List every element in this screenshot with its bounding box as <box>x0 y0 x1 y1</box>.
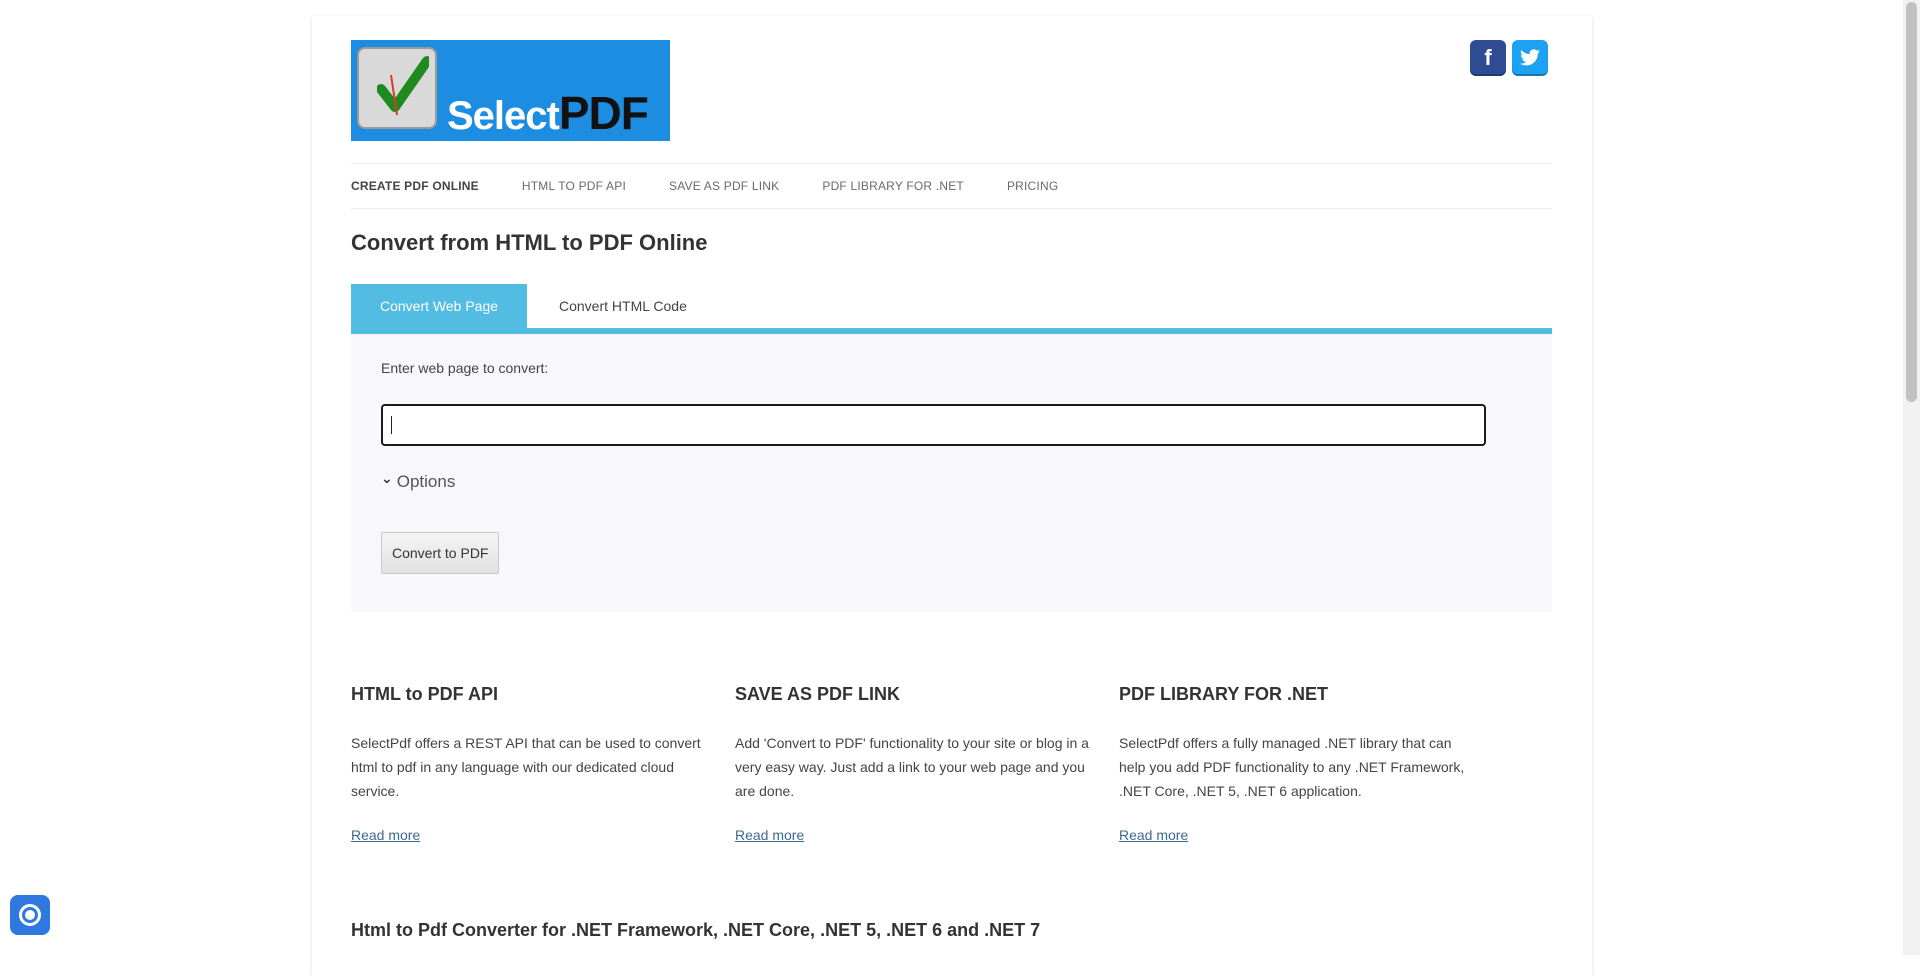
logo-select-text: Select <box>447 94 560 138</box>
accessibility-widget-icon[interactable] <box>10 895 50 935</box>
scrollbar-thumb[interactable] <box>1906 2 1917 402</box>
read-more-link[interactable]: Read more <box>351 827 711 843</box>
section-heading: Html to Pdf Converter for .NET Framework… <box>351 920 1041 940</box>
feature-save-as-pdf-link: SAVE AS PDF LINK Add 'Convert to PDF' fu… <box>735 684 1095 843</box>
dot-icon <box>25 910 35 920</box>
feature-title: HTML to PDF API <box>351 684 498 704</box>
page-title: Convert from HTML to PDF Online <box>351 230 708 255</box>
nav-create-pdf-online[interactable]: CREATE PDF ONLINE <box>351 179 479 193</box>
nav-pricing[interactable]: PRICING <box>1007 179 1058 193</box>
convert-panel: Enter web page to convert: ⌄ Options Con… <box>351 334 1552 612</box>
feature-text: Add 'Convert to PDF' functionality to yo… <box>735 735 1089 799</box>
chevron-down-icon: ⌄ <box>381 469 393 486</box>
feature-text: SelectPdf offers a fully managed .NET li… <box>1119 735 1465 799</box>
logo-wordmark: SelectPDF <box>447 86 649 140</box>
ring-icon <box>19 904 41 926</box>
feature-text: SelectPdf offers a REST API that can be … <box>351 735 701 799</box>
nav-save-as-pdf-link[interactable]: SAVE AS PDF LINK <box>669 179 779 193</box>
logo-badge-icon <box>357 47 437 129</box>
read-more-link[interactable]: Read more <box>735 827 1095 843</box>
text-caret <box>391 416 392 434</box>
url-input[interactable] <box>381 404 1486 446</box>
checkmark-icon <box>377 56 429 116</box>
feature-pdf-library-net: PDF LIBRARY FOR .NET SelectPdf offers a … <box>1119 684 1479 843</box>
feature-title: PDF LIBRARY FOR .NET <box>1119 684 1329 704</box>
tab-convert-web-page[interactable]: Convert Web Page <box>351 284 528 328</box>
nav-html-to-pdf-api[interactable]: HTML TO PDF API <box>522 179 626 193</box>
page-scrollbar[interactable] <box>1903 0 1920 955</box>
selectpdf-logo[interactable]: SelectPDF <box>351 40 670 141</box>
options-toggle[interactable]: ⌄ Options <box>381 469 456 492</box>
facebook-icon[interactable]: f <box>1470 40 1506 76</box>
url-input-label: Enter web page to convert: <box>381 360 549 376</box>
nav-pdf-library-for-net[interactable]: PDF LIBRARY FOR .NET <box>822 179 964 193</box>
tab-convert-html-code[interactable]: Convert HTML Code <box>530 284 716 328</box>
feature-title: SAVE AS PDF LINK <box>735 684 901 704</box>
logo-pdf-text: PDF <box>558 87 649 139</box>
convert-to-pdf-button[interactable]: Convert to PDF <box>381 532 500 574</box>
read-more-link[interactable]: Read more <box>1119 827 1479 843</box>
options-label: Options <box>396 472 456 491</box>
page-container: SelectPDF f CREATE PDF ONLINE HTML TO PD… <box>312 16 1592 976</box>
feature-html-to-pdf-api: HTML to PDF API SelectPdf offers a REST … <box>351 684 711 843</box>
converter-tabs: Convert Web Page Convert HTML Code <box>351 284 1552 334</box>
social-links: f <box>1470 40 1548 76</box>
twitter-icon[interactable] <box>1512 40 1548 76</box>
main-navigation: CREATE PDF ONLINE HTML TO PDF API SAVE A… <box>351 163 1552 209</box>
twitter-bird-icon <box>1520 49 1540 66</box>
